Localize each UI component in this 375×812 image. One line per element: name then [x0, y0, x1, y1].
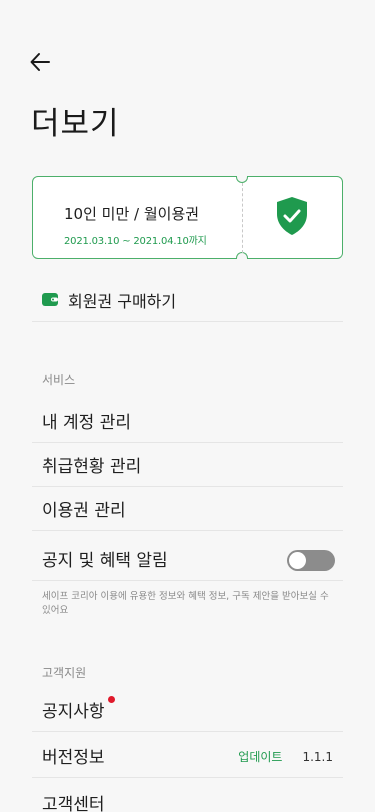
- arrow-left-icon: [29, 51, 51, 77]
- shield-check-icon: [274, 195, 310, 241]
- version-label: 버전정보: [42, 748, 105, 768]
- back-button[interactable]: [26, 50, 54, 78]
- menu-item-label: 내 계정 관리: [42, 413, 132, 433]
- membership-ticket-card[interactable]: 10인 미만 / 월이용권 2021.03.10 ~ 2021.04.10까지: [32, 176, 343, 259]
- menu-item-ticket-management[interactable]: 이용권 관리: [32, 487, 343, 531]
- menu-item-notices[interactable]: 공지사항: [32, 688, 343, 732]
- menu-item-version: 버전정보 업데이트 1.1.1: [32, 734, 343, 778]
- page-title: 더보기: [31, 106, 120, 142]
- ticket-notch-bottom: [236, 252, 248, 259]
- notification-toggle[interactable]: [287, 550, 335, 571]
- toggle-knob: [289, 552, 306, 569]
- wallet-icon: [42, 293, 58, 306]
- ticket-period: 2021.03.10 ~ 2021.04.10까지: [64, 236, 207, 247]
- new-badge-dot: [107, 696, 115, 703]
- ticket-divider: [242, 183, 243, 253]
- menu-item-label: 이용권 관리: [42, 501, 126, 521]
- notification-setting-row: 공지 및 혜택 알림: [32, 537, 343, 581]
- menu-item-handling-status[interactable]: 취급현황 관리: [32, 443, 343, 487]
- version-number: 1.1.1: [302, 749, 333, 764]
- menu-item-my-account[interactable]: 내 계정 관리: [32, 399, 343, 443]
- menu-item-label: 취급현황 관리: [42, 457, 142, 477]
- menu-item-customer-center[interactable]: 고객센터: [32, 780, 343, 812]
- services-section-header: 서비스: [42, 373, 76, 387]
- update-button[interactable]: 업데이트: [238, 748, 282, 765]
- customer-center-label: 고객센터: [42, 794, 105, 812]
- support-section-header: 고객지원: [42, 666, 87, 680]
- notification-setting-label: 공지 및 혜택 알림: [42, 551, 168, 571]
- ticket-title: 10인 미만 / 월이용권: [64, 205, 200, 223]
- purchase-membership-label: 회원권 구매하기: [68, 291, 177, 311]
- notification-description: 세이프 코리아 이용에 유용한 정보와 혜택 정보, 구독 제안을 받아보실 수…: [42, 591, 329, 616]
- notices-label: 공지사항: [42, 702, 105, 722]
- purchase-membership-button[interactable]: 회원권 구매하기: [32, 278, 343, 322]
